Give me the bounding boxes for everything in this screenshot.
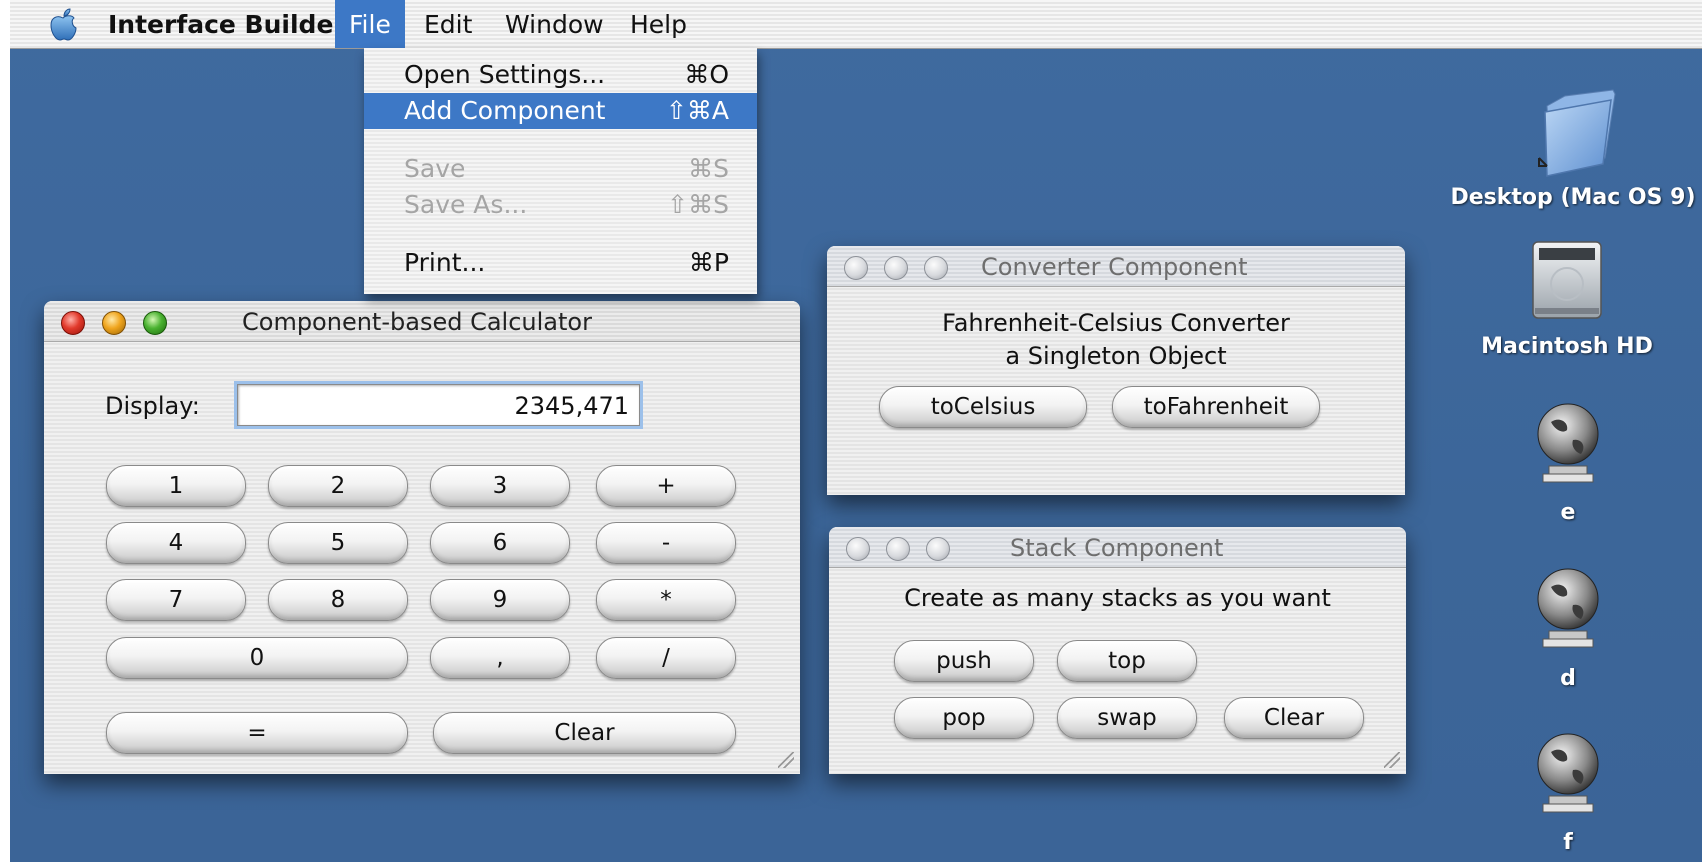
network-volume-icon (1537, 568, 1599, 648)
menu-item-open-settings[interactable]: Open Settings... ⌘O (364, 57, 757, 93)
key-plus[interactable]: + (596, 465, 736, 507)
zoom-button[interactable] (926, 537, 950, 561)
key-8[interactable]: 8 (268, 579, 408, 621)
menu-item-add-component[interactable]: Add Component ⇧⌘A (364, 93, 757, 129)
key-3[interactable]: 3 (430, 465, 570, 507)
top-button[interactable]: top (1057, 640, 1197, 682)
minimize-button[interactable] (884, 256, 908, 280)
key-7[interactable]: 7 (106, 579, 246, 621)
desktop-icon-label: d (1560, 666, 1576, 691)
menu-item-shortcut: ⇧⌘A (665, 96, 729, 125)
key-divide[interactable]: / (596, 637, 736, 679)
zoom-button[interactable] (924, 256, 948, 280)
menu-item-label: Add Component (404, 96, 606, 125)
key-6[interactable]: 6 (430, 522, 570, 564)
window-title: Converter Component (981, 253, 1248, 281)
file-menu-dropdown: Open Settings... ⌘O Add Component ⇧⌘A Sa… (364, 48, 757, 294)
key-1[interactable]: 1 (106, 465, 246, 507)
stack-title-bar[interactable]: Stack Component (829, 527, 1406, 568)
menu-item-shortcut: ⌘S (688, 154, 729, 183)
desktop-icon-label: Desktop (Mac OS 9) (1450, 185, 1696, 210)
menu-item-label: Open Settings... (404, 60, 606, 89)
key-5[interactable]: 5 (268, 522, 408, 564)
resize-grip-icon[interactable] (778, 752, 794, 768)
minimize-button[interactable] (886, 537, 910, 561)
minimize-button[interactable] (102, 311, 126, 335)
window-title: Component-based Calculator (242, 308, 592, 336)
converter-description-line1: Fahrenheit-Celsius Converter (942, 309, 1290, 337)
close-button[interactable] (846, 537, 870, 561)
apple-menu-icon[interactable] (46, 8, 80, 42)
to-fahrenheit-button[interactable]: toFahrenheit (1112, 386, 1320, 428)
desktop-network-volume-f[interactable] (1533, 730, 1603, 820)
calculator-window: Component-based Calculator Display: 1 2 … (44, 301, 800, 774)
network-volume-icon (1537, 403, 1599, 483)
key-comma[interactable]: , (430, 637, 570, 679)
folder-icon (1538, 89, 1616, 177)
key-equals[interactable]: = (106, 712, 408, 754)
key-multiply[interactable]: * (596, 579, 736, 621)
desktop-icon-label: Macintosh HD (1481, 334, 1653, 359)
menu-item-print[interactable]: Print... ⌘P (364, 245, 757, 281)
desktop-macos9-folder[interactable] (1525, 86, 1625, 181)
menu-item-label: Save (404, 154, 466, 183)
menu-file[interactable]: File (335, 0, 405, 48)
key-minus[interactable]: - (596, 522, 736, 564)
menu-item-shortcut: ⌘O (684, 60, 729, 89)
hard-drive-icon (1532, 241, 1602, 319)
push-button[interactable]: push (894, 640, 1034, 682)
menu-item-shortcut: ⇧⌘S (667, 190, 729, 219)
pop-button[interactable]: pop (894, 697, 1034, 739)
stack-window: Stack Component Create as many stacks as… (829, 527, 1406, 774)
menu-edit[interactable]: Edit (410, 0, 486, 48)
close-button[interactable] (61, 311, 85, 335)
key-9[interactable]: 9 (430, 579, 570, 621)
desktop-network-volume-e[interactable] (1533, 400, 1603, 490)
key-0[interactable]: 0 (106, 637, 408, 679)
stack-clear-button[interactable]: Clear (1224, 697, 1364, 739)
converter-title-bar[interactable]: Converter Component (827, 246, 1405, 287)
swap-button[interactable]: swap (1057, 697, 1197, 739)
window-title: Stack Component (1010, 534, 1224, 562)
network-volume-icon (1537, 733, 1599, 813)
menu-item-save-as: Save As... ⇧⌘S (364, 187, 757, 223)
key-clear[interactable]: Clear (433, 712, 736, 754)
menu-item-shortcut: ⌘P (688, 248, 729, 277)
desktop-icon-label: e (1560, 500, 1576, 525)
desktop-network-volume-d[interactable] (1533, 565, 1603, 655)
display-field[interactable]: 2345,471 (237, 384, 640, 426)
converter-description-line2: a Singleton Object (1005, 342, 1227, 370)
app-menu[interactable]: Interface Builder (94, 0, 360, 48)
stack-description: Create as many stacks as you want (904, 584, 1331, 612)
close-button[interactable] (844, 256, 868, 280)
menu-window[interactable]: Window (491, 0, 618, 48)
menu-help[interactable]: Help (616, 0, 701, 48)
desktop-icon-label: f (1563, 830, 1573, 855)
menu-item-label: Save As... (404, 190, 528, 219)
to-celsius-button[interactable]: toCelsius (879, 386, 1087, 428)
calculator-title-bar[interactable]: Component-based Calculator (44, 301, 800, 342)
menu-item-label: Print... (404, 248, 486, 277)
display-label: Display: (105, 392, 200, 420)
key-2[interactable]: 2 (268, 465, 408, 507)
menu-item-save: Save ⌘S (364, 151, 757, 187)
resize-grip-icon[interactable] (1384, 752, 1400, 768)
menu-bar: Interface Builder File Edit Window Help (10, 0, 1702, 49)
key-4[interactable]: 4 (106, 522, 246, 564)
zoom-button[interactable] (143, 311, 167, 335)
converter-window: Converter Component Fahrenheit-Celsius C… (827, 246, 1405, 495)
desktop-macintosh-hd[interactable] (1525, 236, 1609, 324)
